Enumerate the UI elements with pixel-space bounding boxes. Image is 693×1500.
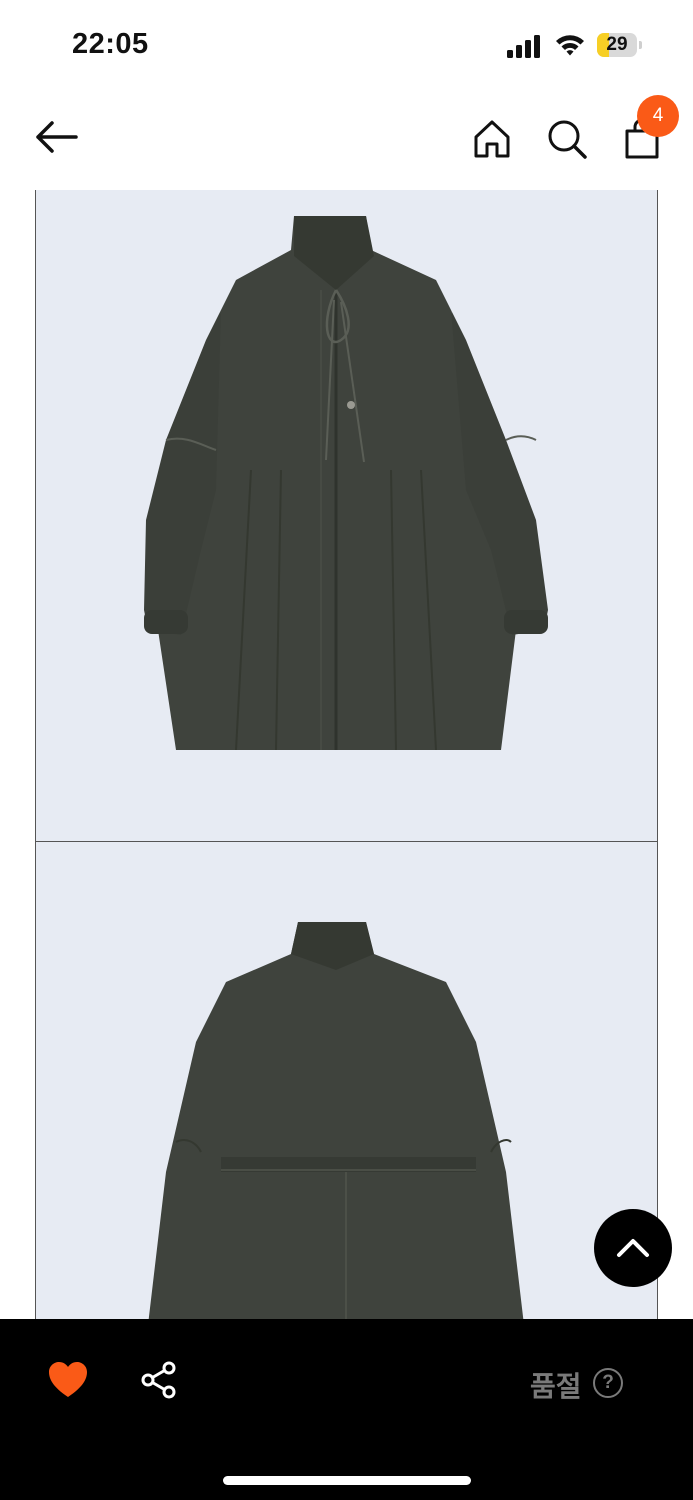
wifi-icon [556, 35, 584, 56]
sold-out-label: 품절 [530, 1370, 582, 1403]
scroll-to-top-button[interactable] [594, 1209, 672, 1287]
signal-icon [507, 35, 540, 58]
battery-level: 29 [606, 34, 628, 55]
search-icon[interactable] [543, 115, 591, 163]
cart-count-badge: 4 [637, 95, 679, 137]
status-bar: 22:05 29 [0, 0, 693, 90]
status-time: 22:05 [72, 28, 149, 60]
heart-icon[interactable] [48, 1361, 88, 1399]
bottom-action-bar: 품절 ? [0, 1319, 693, 1500]
product-front-image [35, 190, 658, 842]
back-arrow-icon[interactable] [30, 117, 86, 157]
top-nav-bar [0, 90, 693, 190]
chevron-up-icon [617, 1239, 649, 1257]
battery-icon: 29 [597, 33, 643, 57]
product-image-gallery [35, 190, 658, 1320]
share-icon[interactable] [140, 1361, 178, 1399]
home-icon[interactable] [468, 115, 516, 163]
help-icon[interactable]: ? [593, 1368, 623, 1398]
jacket-back-illustration [148, 922, 524, 1320]
jacket-front-illustration [144, 216, 548, 751]
home-indicator [223, 1476, 471, 1485]
product-back-image [35, 842, 658, 1320]
